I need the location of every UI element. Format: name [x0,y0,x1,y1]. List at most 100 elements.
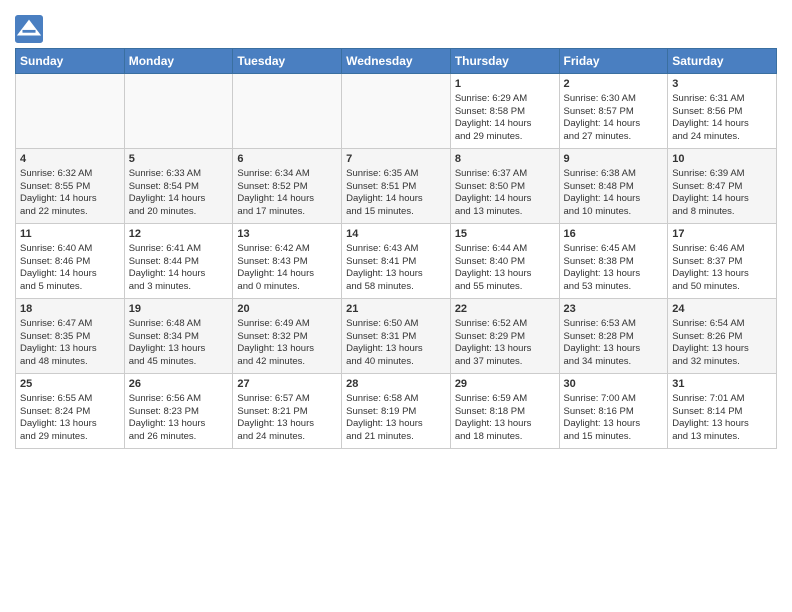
day-number: 4 [20,152,120,167]
day-number: 8 [455,152,555,167]
day-number: 3 [672,77,772,92]
day-number: 22 [455,302,555,317]
calendar-cell: 28Sunrise: 6:58 AMSunset: 8:19 PMDayligh… [342,374,451,449]
day-info-line: Sunset: 8:43 PM [237,256,337,269]
calendar-cell: 31Sunrise: 7:01 AMSunset: 8:14 PMDayligh… [668,374,777,449]
day-number: 7 [346,152,446,167]
day-info-line: Daylight: 14 hours [20,193,120,206]
day-info-line: and 32 minutes. [672,356,772,369]
calendar-cell: 12Sunrise: 6:41 AMSunset: 8:44 PMDayligh… [124,224,233,299]
calendar-cell: 16Sunrise: 6:45 AMSunset: 8:38 PMDayligh… [559,224,668,299]
day-info-line: Daylight: 14 hours [20,268,120,281]
day-info-line: Sunrise: 6:30 AM [564,93,664,106]
day-info-line: and 20 minutes. [129,206,229,219]
calendar-cell: 5Sunrise: 6:33 AMSunset: 8:54 PMDaylight… [124,149,233,224]
day-info-line: Sunrise: 6:33 AM [129,168,229,181]
day-info-line: and 42 minutes. [237,356,337,369]
calendar-cell: 15Sunrise: 6:44 AMSunset: 8:40 PMDayligh… [450,224,559,299]
day-number: 24 [672,302,772,317]
day-info-line: and 58 minutes. [346,281,446,294]
calendar-cell: 9Sunrise: 6:38 AMSunset: 8:48 PMDaylight… [559,149,668,224]
day-info-line: and 29 minutes. [455,131,555,144]
day-info-line: Sunset: 8:51 PM [346,181,446,194]
day-info-line: and 15 minutes. [564,431,664,444]
day-info-line: Sunset: 8:41 PM [346,256,446,269]
day-number: 9 [564,152,664,167]
day-info-line: and 24 minutes. [672,131,772,144]
day-info-line: Sunrise: 6:55 AM [20,393,120,406]
day-info-line: Sunrise: 6:43 AM [346,243,446,256]
day-info-line: Sunset: 8:16 PM [564,406,664,419]
day-info-line: Sunset: 8:38 PM [564,256,664,269]
day-number: 10 [672,152,772,167]
header [15,10,777,43]
day-info-line: Daylight: 14 hours [346,193,446,206]
day-info-line: Daylight: 13 hours [346,418,446,431]
day-info-line: and 45 minutes. [129,356,229,369]
day-info-line: and 18 minutes. [455,431,555,444]
day-info-line: Daylight: 13 hours [564,268,664,281]
day-info-line: Sunset: 8:57 PM [564,106,664,119]
day-info-line: Daylight: 14 hours [129,268,229,281]
day-number: 23 [564,302,664,317]
day-number: 11 [20,227,120,242]
day-info-line: and 24 minutes. [237,431,337,444]
calendar-cell: 25Sunrise: 6:55 AMSunset: 8:24 PMDayligh… [16,374,125,449]
calendar-week-row: 18Sunrise: 6:47 AMSunset: 8:35 PMDayligh… [16,299,777,374]
day-info-line: Daylight: 14 hours [455,193,555,206]
day-info-line: Sunrise: 6:49 AM [237,318,337,331]
day-info-line: Sunrise: 6:40 AM [20,243,120,256]
day-info-line: Daylight: 14 hours [672,118,772,131]
day-number: 2 [564,77,664,92]
day-info-line: Sunset: 8:14 PM [672,406,772,419]
logo [15,15,46,43]
day-info-line: and 17 minutes. [237,206,337,219]
day-number: 25 [20,377,120,392]
calendar-cell: 22Sunrise: 6:52 AMSunset: 8:29 PMDayligh… [450,299,559,374]
day-info-line: Daylight: 13 hours [20,343,120,356]
calendar-week-row: 11Sunrise: 6:40 AMSunset: 8:46 PMDayligh… [16,224,777,299]
day-info-line: Sunrise: 6:50 AM [346,318,446,331]
day-info-line: Sunset: 8:24 PM [20,406,120,419]
day-number: 27 [237,377,337,392]
calendar-cell: 8Sunrise: 6:37 AMSunset: 8:50 PMDaylight… [450,149,559,224]
calendar-cell: 14Sunrise: 6:43 AMSunset: 8:41 PMDayligh… [342,224,451,299]
day-info-line: Sunrise: 6:29 AM [455,93,555,106]
day-info-line: Sunrise: 6:37 AM [455,168,555,181]
calendar-cell: 20Sunrise: 6:49 AMSunset: 8:32 PMDayligh… [233,299,342,374]
day-header-thursday: Thursday [450,49,559,74]
day-info-line: Sunset: 8:46 PM [20,256,120,269]
calendar-cell: 23Sunrise: 6:53 AMSunset: 8:28 PMDayligh… [559,299,668,374]
day-info-line: Sunset: 8:48 PM [564,181,664,194]
calendar-cell: 30Sunrise: 7:00 AMSunset: 8:16 PMDayligh… [559,374,668,449]
day-info-line: Sunrise: 6:34 AM [237,168,337,181]
day-info-line: Sunset: 8:18 PM [455,406,555,419]
day-info-line: Daylight: 13 hours [672,268,772,281]
calendar-cell: 29Sunrise: 6:59 AMSunset: 8:18 PMDayligh… [450,374,559,449]
day-info-line: Sunrise: 6:41 AM [129,243,229,256]
day-info-line: Daylight: 13 hours [237,418,337,431]
day-info-line: Daylight: 13 hours [672,418,772,431]
calendar-cell: 1Sunrise: 6:29 AMSunset: 8:58 PMDaylight… [450,74,559,149]
calendar-cell: 27Sunrise: 6:57 AMSunset: 8:21 PMDayligh… [233,374,342,449]
day-info-line: Daylight: 13 hours [672,343,772,356]
day-info-line: Daylight: 14 hours [237,268,337,281]
day-info-line: and 26 minutes. [129,431,229,444]
calendar-cell: 19Sunrise: 6:48 AMSunset: 8:34 PMDayligh… [124,299,233,374]
day-info-line: Sunset: 8:28 PM [564,331,664,344]
day-number: 29 [455,377,555,392]
calendar-table: SundayMondayTuesdayWednesdayThursdayFrid… [15,48,777,449]
day-info-line: and 3 minutes. [129,281,229,294]
day-info-line: and 40 minutes. [346,356,446,369]
day-info-line: Daylight: 13 hours [455,418,555,431]
day-info-line: and 15 minutes. [346,206,446,219]
day-header-monday: Monday [124,49,233,74]
day-number: 20 [237,302,337,317]
day-number: 19 [129,302,229,317]
day-info-line: Daylight: 13 hours [455,343,555,356]
day-info-line: Sunset: 8:40 PM [455,256,555,269]
day-info-line: Daylight: 13 hours [564,343,664,356]
calendar-cell: 24Sunrise: 6:54 AMSunset: 8:26 PMDayligh… [668,299,777,374]
day-number: 21 [346,302,446,317]
day-info-line: and 50 minutes. [672,281,772,294]
